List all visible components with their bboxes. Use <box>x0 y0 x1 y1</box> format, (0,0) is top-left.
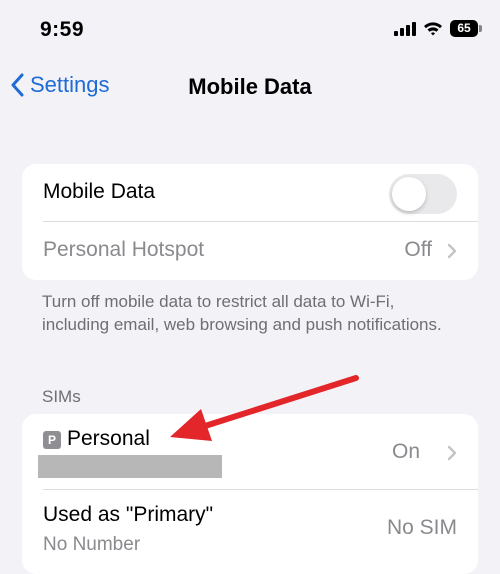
battery-level: 65 <box>457 21 471 35</box>
mobile-data-toggle[interactable] <box>389 174 457 214</box>
status-icons: 65 <box>394 20 482 37</box>
personal-hotspot-label: Personal Hotspot <box>43 238 205 261</box>
wifi-icon <box>424 22 442 36</box>
mobile-data-label: Mobile Data <box>43 180 156 203</box>
battery-icon: 65 <box>450 20 482 37</box>
signal-icon <box>394 21 416 36</box>
navigation-bar: Settings Mobile Data <box>0 68 500 108</box>
status-time: 9:59 <box>40 18 85 41</box>
redacted-number <box>38 455 222 478</box>
sim-personal-row[interactable]: P Personal On <box>22 414 478 490</box>
page-title: Mobile Data <box>188 74 312 99</box>
status-bar: 9:59 65 <box>0 0 500 60</box>
sims-section-header: SIMs <box>42 387 81 406</box>
sim-personal-value: On <box>391 440 420 463</box>
sim-badge-icon: P <box>43 431 61 449</box>
toggle-knob <box>392 177 426 211</box>
chevron-right-icon <box>447 445 457 461</box>
chevron-right-icon <box>447 243 457 259</box>
sim-primary-label: Used as "Primary" <box>43 503 214 526</box>
personal-hotspot-value: Off <box>404 238 432 261</box>
sims-group: P Personal On Used as "Primary" No Numbe… <box>22 414 478 574</box>
sim-personal-label: Personal <box>67 427 150 450</box>
personal-hotspot-row[interactable]: Personal Hotspot Off <box>22 222 478 280</box>
mobile-data-row: Mobile Data <box>22 164 478 222</box>
sim-primary-row[interactable]: Used as "Primary" No Number No SIM <box>22 490 478 574</box>
sim-primary-value: No SIM <box>386 516 457 539</box>
mobile-data-footer: Turn off mobile data to restrict all dat… <box>42 292 442 334</box>
sim-primary-sublabel: No Number <box>43 534 141 555</box>
mobile-data-group: Mobile Data Personal Hotspot Off <box>22 164 478 280</box>
